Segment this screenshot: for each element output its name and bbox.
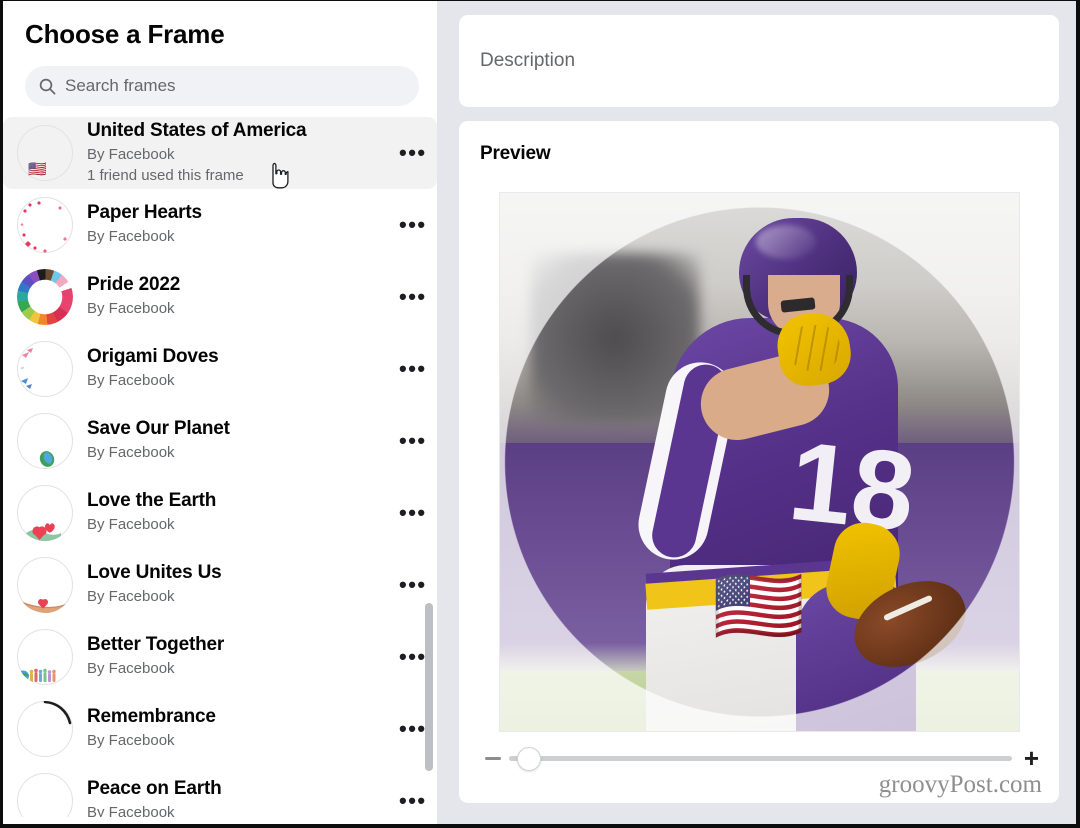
search-box[interactable] [25,66,419,106]
circular-crop-mask [499,193,1019,731]
frame-meta: Origami Doves By Facebook [87,346,399,392]
frame-list-item-love-the-earth[interactable]: Love the Earth By Facebook ••• [3,477,437,549]
frame-meta: United States of America By Facebook 1 f… [87,120,399,186]
frame-list-item-origami-doves[interactable]: Origami Doves By Facebook ••• [3,333,437,405]
heart-earth-icon [25,523,61,541]
frame-meta: Love the Earth By Facebook [87,490,399,536]
zoom-out-button[interactable] [485,756,501,760]
pride-rainbow-icon [17,269,73,325]
frame-detail-panel: Description Preview 18 [437,1,1076,824]
frame-title: Pride 2022 [87,274,181,296]
frame-title: Remembrance [87,706,216,728]
zoom-control: + [485,745,1039,771]
frame-title: Better Together [87,634,225,656]
frame-thumbnail-heart-earth-ring [17,485,73,541]
frame-options-button[interactable]: ••• [399,286,427,308]
frame-options-button[interactable]: ••• [399,502,427,524]
frame-title: United States of America [87,120,307,142]
frame-list-scrollbar[interactable] [425,603,433,771]
search-container [3,50,437,106]
frame-author: By Facebook [87,444,175,462]
zoom-in-button[interactable]: + [1024,745,1039,771]
frame-list-item-love-unites-us[interactable]: Love Unites Us By Facebook ••• [3,549,437,621]
frame-author: By Facebook [87,660,175,678]
frame-list-item-remembrance[interactable]: Remembrance By Facebook ••• [3,693,437,765]
frame-author: By Facebook [87,516,175,534]
paper-hearts-icon [20,201,67,253]
search-icon [39,78,56,94]
hands-heart-icon [20,599,73,613]
description-placeholder: Description [480,50,576,71]
zoom-slider-track[interactable] [509,756,1012,761]
watermark: groovyPost.com [878,771,1042,798]
frame-title: Love the Earth [87,490,217,512]
frame-thumbnail-pride-rainbow-ring [17,269,73,325]
frame-list-item-paper-hearts[interactable]: Paper Hearts By Facebook ••• [3,189,437,261]
people-earth-icon [17,668,56,682]
frame-thumbnail-earth-ring [17,413,73,469]
frame-meta: Remembrance By Facebook [87,706,399,752]
frame-thumbnail-peace-ring [17,773,73,817]
frame-options-button[interactable]: ••• [399,214,427,236]
frame-meta: Paper Hearts By Facebook [87,202,399,248]
frame-thumbnail-remembrance-ring [17,701,73,757]
frame-author: By Facebook [87,588,175,606]
frame-author: By Facebook [87,372,175,390]
frame-meta: Save Our Planet By Facebook [87,418,399,464]
zoom-slider[interactable] [509,747,1012,771]
page-title: Choose a Frame [25,19,225,49]
frame-thumbnail-origami-doves-ring [17,341,73,397]
frame-options-button[interactable]: ••• [399,718,427,740]
remembrance-arc-icon [43,701,72,725]
frame-author: By Facebook [87,228,175,246]
frame-title: Paper Hearts [87,202,202,224]
frame-title: Peace on Earth [87,778,222,800]
frame-options-button[interactable]: ••• [399,646,427,668]
frame-thumbnail-hands-heart-ring [17,557,73,613]
frame-meta: Pride 2022 By Facebook [87,274,399,320]
frame-chooser-panel: Choose a Frame 🇺🇸 United States of Ameri… [3,1,437,824]
frame-options-button[interactable]: ••• [399,142,427,164]
frame-usage-note: 1 friend used this frame [87,166,244,184]
frame-meta: Love Unites Us By Facebook [87,562,399,608]
frame-meta: Peace on Earth By Facebook [87,778,399,817]
frame-title: Origami Doves [87,346,219,368]
frame-thumbnail-paper-hearts-ring [17,197,73,253]
frame-meta: Better Together By Facebook [87,634,399,680]
frame-options-button[interactable]: ••• [399,358,427,380]
frame-author: By Facebook [87,145,175,163]
frame-author: By Facebook [87,300,175,318]
origami-doves-icon [20,348,33,389]
frame-author: By Facebook [87,732,175,750]
frame-thumbnail-flag-us-ring: 🇺🇸 [17,125,73,181]
flag-us-icon: 🇺🇸 [28,161,47,178]
frame-list-item-better-together[interactable]: Better Together By Facebook ••• [3,621,437,693]
frame-list-item-pride-2022[interactable]: Pride 2022 By Facebook ••• [3,261,437,333]
frame-list[interactable]: 🇺🇸 United States of America By Facebook … [3,117,437,817]
frame-options-button[interactable]: ••• [399,790,427,812]
search-input[interactable] [65,76,405,96]
frame-overlay-flag-us-icon: 🇺🇸 [712,564,806,647]
zoom-slider-thumb[interactable] [517,747,541,771]
frame-list-item-united-states-of-america[interactable]: 🇺🇸 United States of America By Facebook … [3,117,437,189]
peace-dove-icon [17,773,73,817]
frame-author: By Facebook [87,804,175,817]
frame-options-button[interactable]: ••• [399,430,427,452]
preview-card: Preview 18 [459,121,1059,803]
frame-options-button[interactable]: ••• [399,574,427,596]
profile-photo-preview[interactable]: 18 🇺🇸 [498,192,1020,732]
earth-leaf-icon [39,451,55,467]
description-field[interactable]: Description [459,15,1059,107]
frame-thumbnail-people-earth-ring [17,629,73,685]
frame-list-item-save-our-planet[interactable]: Save Our Planet By Facebook ••• [3,405,437,477]
frame-title: Save Our Planet [87,418,230,440]
frame-title: Love Unites Us [87,562,222,584]
preview-title: Preview [480,143,551,164]
frame-picker-dialog: Choose a Frame 🇺🇸 United States of Ameri… [0,0,1080,828]
frame-list-item-peace-on-earth[interactable]: Peace on Earth By Facebook ••• [3,765,437,817]
